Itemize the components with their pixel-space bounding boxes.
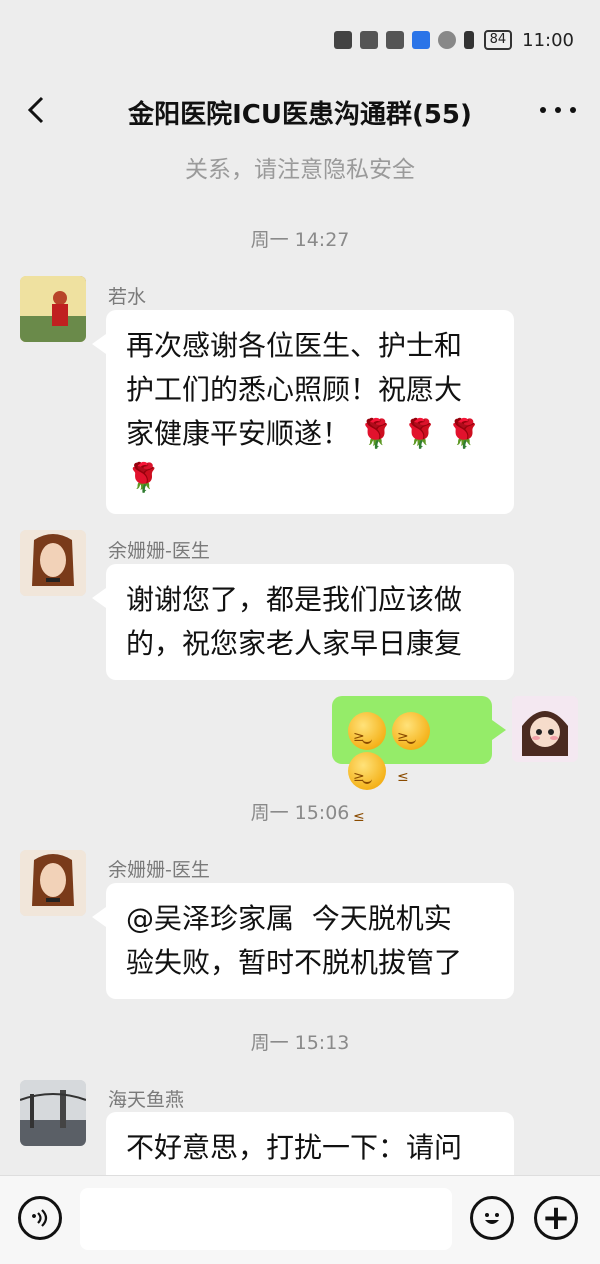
chat-header: 金阳医院ICU医患沟通群(55) (0, 80, 600, 140)
avatar[interactable] (20, 530, 86, 596)
status-icons (333, 31, 474, 49)
message-line: 🌹 (126, 456, 494, 500)
avatar-image (20, 1080, 86, 1146)
timestamp: 周一 15:13 (250, 1032, 350, 1054)
avatar-image (20, 276, 86, 342)
status-time: 11:00 (522, 29, 574, 51)
message-line: 验失败，暂时不脱机拔管了 (126, 946, 463, 979)
message-line-text: 家健康平安顺遂！ (126, 417, 351, 450)
hd-icon (333, 31, 352, 49)
own-message-bubble[interactable] (332, 696, 506, 837)
avatar[interactable] (20, 276, 86, 342)
message-bubble[interactable]: 谢谢您了，都是我们应该做 的，祝您家老人家早日康复 (92, 564, 514, 680)
message-line: 的，祝您家老人家早日康复 (126, 627, 463, 660)
avatar[interactable] (20, 850, 86, 916)
signal-icon (359, 31, 378, 49)
message-line: @吴泽珍家属 今天脱机实 (126, 902, 452, 935)
signal-icon-2 (385, 31, 404, 49)
message-line: 谢谢您了，都是我们应该做 (126, 583, 463, 616)
message-line: 再次感谢各位医生、护士和 (126, 329, 463, 362)
message-input[interactable] (80, 1188, 452, 1250)
bluetooth-icon (463, 31, 474, 49)
wifi-icon (437, 31, 456, 49)
app-icon (411, 31, 430, 49)
grin-emoji-icon (348, 712, 386, 797)
chat-title: 金阳医院ICU医患沟通群(55) (128, 100, 472, 130)
timestamp: 周一 14:27 (250, 229, 350, 251)
battery-indicator: 84 (483, 30, 513, 50)
rose-emoji: 🌹 (402, 417, 438, 450)
message-bubble[interactable]: 再次感谢各位医生、护士和 护工们的悉心照顾！祝愿大 家健康平安顺遂！ 🌹 🌹 🌹… (92, 310, 514, 514)
message-bubble[interactable]: @吴泽珍家属 今天脱机实 验失败，暂时不脱机拔管了 (92, 883, 514, 999)
sender-name: 若水 (108, 286, 147, 308)
message-line: 家健康平安顺遂！ 🌹 🌹 🌹 (126, 412, 494, 456)
status-bar: 84 11:00 (0, 0, 600, 80)
avatar-image (512, 696, 578, 762)
voice-wave-icon (32, 1209, 48, 1227)
voice-icon[interactable] (18, 1196, 62, 1240)
avatar-image (20, 850, 86, 916)
message-line: 护工们的悉心照顾！祝愿大 (126, 373, 463, 406)
sender-name: 海天鱼燕 (108, 1089, 185, 1111)
avatar-image (20, 530, 86, 596)
timestamp: 周一 15:06 (250, 802, 350, 824)
avatar[interactable] (20, 1080, 86, 1146)
rose-emoji: 🌹 (446, 417, 482, 450)
grin-emoji-icon (392, 712, 430, 797)
sender-name: 余姗姗-医生 (108, 859, 210, 881)
rose-emoji: 🌹 (358, 417, 394, 450)
input-bar: + (0, 1175, 600, 1264)
grin-emoji-icon (348, 752, 386, 837)
own-avatar[interactable] (512, 696, 578, 762)
emoji-icon[interactable] (470, 1196, 514, 1240)
plus-icon[interactable]: + (534, 1196, 578, 1240)
smile-face-icon (485, 1213, 499, 1224)
message-bubble[interactable]: 不好意思，打扰一下：请问 (106, 1112, 514, 1175)
rose-emoji: 🌹 (126, 461, 161, 494)
privacy-notice: 关系，请注意隐私安全 (185, 157, 415, 183)
message-line: 不好意思，打扰一下：请问 (126, 1131, 463, 1164)
more-horizontal-icon[interactable] (540, 96, 576, 124)
sender-name: 余姗姗-医生 (108, 540, 210, 562)
